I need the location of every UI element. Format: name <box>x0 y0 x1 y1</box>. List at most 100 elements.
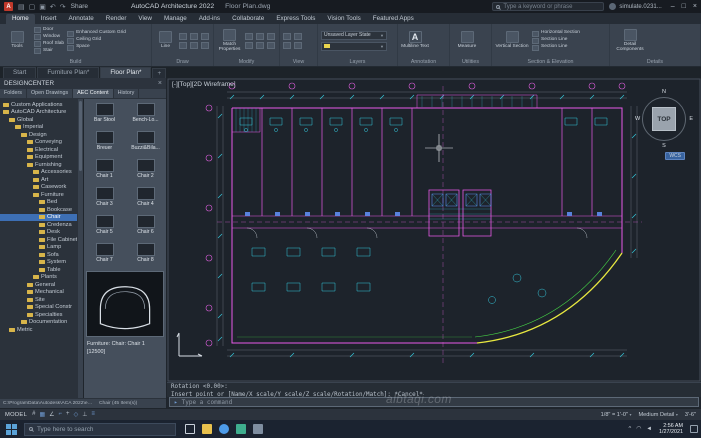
quick-access-icon[interactable]: ↶ <box>50 3 56 11</box>
content-item[interactable]: Chair 5 <box>84 213 125 241</box>
command-input[interactable]: ▸ Type a command <box>169 397 699 407</box>
tray-icon[interactable]: ^ <box>628 426 631 432</box>
minimize-button[interactable]: – <box>671 3 675 10</box>
copy-icon[interactable] <box>256 33 264 40</box>
file-explorer-icon[interactable] <box>202 424 212 434</box>
quick-access-icon[interactable]: ↷ <box>60 3 66 11</box>
panel-label[interactable]: Details <box>610 57 700 66</box>
statusbar-toggle[interactable]: ∠ <box>49 411 54 418</box>
cut-plane-dropdown[interactable]: 3'-6" <box>685 412 696 418</box>
layer-state-dropdown[interactable]: Unsaved Layer State▼ <box>321 31 387 40</box>
start-button[interactable] <box>3 421 19 437</box>
ribbon-tab[interactable]: Vision Tools <box>321 14 366 24</box>
rectangle-icon[interactable] <box>179 42 187 49</box>
multiline-text-button[interactable]: AMultiline Text <box>401 31 429 49</box>
content-item[interactable]: Chair 6 <box>125 213 166 241</box>
viewcube[interactable]: N S W E TOP <box>635 90 693 148</box>
account-menu[interactable]: simulate.0231... <box>609 3 661 10</box>
file-tab[interactable]: Floor Plan* <box>100 67 151 78</box>
mirror-icon[interactable] <box>245 42 253 49</box>
tree-item[interactable]: Design <box>0 131 77 139</box>
floor-plan-drawing[interactable] <box>167 78 701 382</box>
ribbon-button[interactable]: Window <box>34 34 64 40</box>
content-item[interactable]: Chair 1 <box>84 157 125 185</box>
arc-icon[interactable] <box>201 33 209 40</box>
tree-item[interactable]: Documentation <box>0 319 77 327</box>
file-tab[interactable]: Start <box>3 67 36 78</box>
compass-south[interactable]: S <box>662 143 666 149</box>
erase-icon[interactable] <box>267 42 275 49</box>
match-properties-button[interactable]: Match Properties <box>217 29 242 52</box>
content-item[interactable]: Chair 8 <box>125 241 166 269</box>
hatch-icon[interactable] <box>190 42 198 49</box>
drawing-canvas[interactable]: [-][Top][2D Wireframe] <box>167 78 701 382</box>
task-view-icon[interactable] <box>185 424 195 434</box>
content-item[interactable]: Buzzi&Bila... <box>125 129 166 157</box>
tray-icon[interactable]: ◠ <box>636 426 641 432</box>
tree-item[interactable]: Custom Applications <box>0 101 77 109</box>
line-button[interactable]: Line <box>155 31 176 49</box>
compass-east[interactable]: E <box>689 116 693 122</box>
content-item[interactable]: Chair 7 <box>84 241 125 269</box>
designcenter-tab[interactable]: Folders <box>0 89 27 98</box>
tree-item[interactable]: Specialties <box>0 311 77 319</box>
mail-icon[interactable] <box>253 424 263 434</box>
tree-item[interactable]: AutoCAD Architecture <box>0 109 77 117</box>
tree-item[interactable]: Furniture <box>0 191 77 199</box>
new-tab-button[interactable]: + <box>152 68 166 78</box>
move-icon[interactable] <box>245 33 253 40</box>
ribbon-tab[interactable]: Home <box>6 14 35 24</box>
ribbon-tab[interactable]: View <box>132 14 158 24</box>
tree-item[interactable]: Plants <box>0 274 77 282</box>
tree-item[interactable]: Chair <box>0 214 77 222</box>
panel-label[interactable]: Annotation <box>398 57 449 66</box>
taskbar-search-input[interactable]: Type here to search <box>24 423 176 436</box>
ribbon-button[interactable]: Section Line <box>532 38 580 44</box>
ribbon-tab[interactable]: Featured Apps <box>367 14 420 24</box>
measure-button[interactable]: Measure <box>453 31 481 49</box>
ribbon-button[interactable]: Stair <box>34 48 64 54</box>
help-search-input[interactable]: Type a keyword or phrase <box>492 2 604 11</box>
notification-icon[interactable] <box>690 425 698 433</box>
close-icon[interactable]: × <box>158 80 162 87</box>
quick-access-icon[interactable]: ▤ <box>18 3 25 11</box>
tree-item[interactable]: Electrical <box>0 146 77 154</box>
designcenter-tab[interactable]: Open Drawings <box>27 89 73 98</box>
designcenter-tab[interactable]: History <box>114 89 140 98</box>
content-item[interactable]: Chair 2 <box>125 157 166 185</box>
circle-icon[interactable] <box>190 33 198 40</box>
tree-item[interactable]: Equipment <box>0 154 77 162</box>
tree-item[interactable]: Credenza <box>0 221 77 229</box>
ribbon-tab[interactable]: Add-ins <box>193 14 226 24</box>
ribbon-tab[interactable]: Annotate <box>63 14 100 24</box>
compass-north[interactable]: N <box>662 89 666 95</box>
panel-label[interactable]: Draw <box>152 57 213 66</box>
ribbon-tab[interactable]: Insert <box>35 14 63 24</box>
pan-icon[interactable] <box>283 33 291 40</box>
maximize-button[interactable]: □ <box>682 3 686 10</box>
trim-icon[interactable] <box>256 42 264 49</box>
tree-item[interactable]: Conveying <box>0 139 77 147</box>
ribbon-tab[interactable]: Collaborate <box>226 14 270 24</box>
store-icon[interactable] <box>236 424 246 434</box>
statusbar-toggle[interactable]: # <box>32 411 35 418</box>
tree-item[interactable]: General <box>0 281 77 289</box>
tree-item[interactable]: Bed <box>0 199 77 207</box>
tree-scrollbar[interactable] <box>78 99 83 398</box>
statusbar-toggle[interactable]: ≡ <box>91 411 95 418</box>
quick-access-icon[interactable]: ▢ <box>29 3 36 11</box>
browser-icon[interactable] <box>219 424 229 434</box>
panel-label[interactable]: Layers <box>318 57 397 66</box>
panel-label[interactable]: Utilities <box>450 57 491 66</box>
layer-dropdown[interactable]: ▼ <box>321 42 387 51</box>
tree-item[interactable]: Metric <box>0 326 77 334</box>
statusbar-toggle[interactable]: ◇ <box>74 411 79 418</box>
zoom-icon[interactable] <box>294 33 302 40</box>
tree-item[interactable]: Casework <box>0 184 77 192</box>
content-item[interactable]: Chair 3 <box>84 185 125 213</box>
statusbar-toggle[interactable]: ⊥ <box>82 411 87 418</box>
detail-components-button[interactable]: Detail Components <box>613 29 647 52</box>
spline-icon[interactable] <box>201 42 209 49</box>
panel-label[interactable]: Section & Elevation <box>492 57 609 66</box>
rotate-icon[interactable] <box>267 33 275 40</box>
